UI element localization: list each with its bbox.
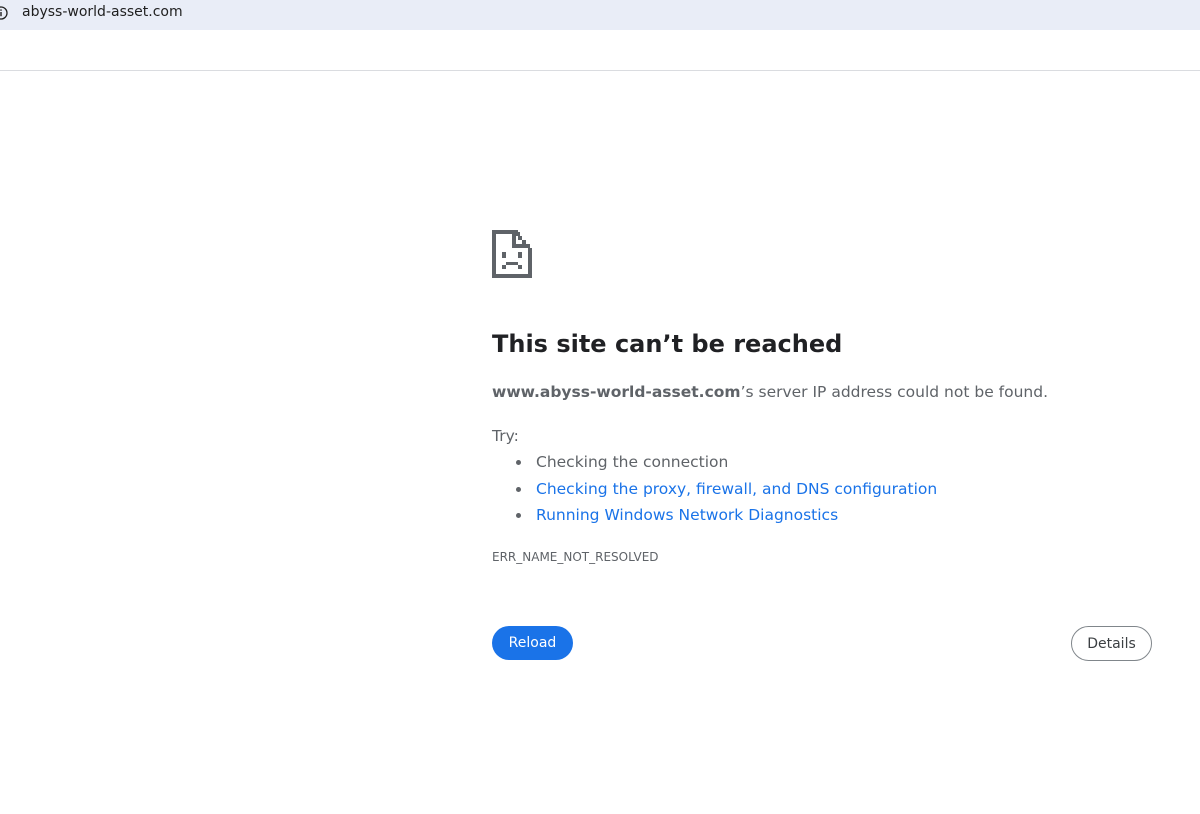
host-name: www.abyss-world-asset.com bbox=[492, 383, 741, 401]
suggestion-check-connection: Checking the connection bbox=[492, 451, 937, 478]
toolbar-strip bbox=[0, 30, 1200, 71]
sad-page-icon bbox=[492, 230, 532, 278]
error-summary: www.abyss-world-asset.com’s server IP ad… bbox=[492, 383, 1048, 401]
details-button[interactable]: Details bbox=[1071, 626, 1152, 661]
page-title: This site can’t be reached bbox=[492, 330, 843, 358]
reload-button[interactable]: Reload bbox=[492, 626, 573, 660]
address-bar[interactable]: abyss-world-asset.com bbox=[0, 0, 1200, 30]
suggestions-list: Checking the connection Checking the pro… bbox=[492, 451, 937, 531]
suggestion-text: Checking the connection bbox=[536, 453, 729, 471]
error-message: ’s server IP address could not be found. bbox=[740, 383, 1049, 401]
suggestion-network-diagnostics[interactable]: Running Windows Network Diagnostics bbox=[492, 504, 937, 531]
network-diagnostics-link[interactable]: Running Windows Network Diagnostics bbox=[536, 506, 838, 524]
bullet-icon bbox=[516, 513, 521, 518]
suggestion-check-proxy[interactable]: Checking the proxy, firewall, and DNS co… bbox=[492, 478, 937, 505]
info-icon[interactable] bbox=[0, 6, 8, 20]
try-label: Try: bbox=[492, 427, 519, 445]
error-code: ERR_NAME_NOT_RESOLVED bbox=[492, 550, 659, 564]
url-text[interactable]: abyss-world-asset.com bbox=[22, 4, 183, 20]
bullet-icon bbox=[516, 460, 521, 465]
bullet-icon bbox=[516, 486, 521, 492]
proxy-firewall-dns-link[interactable]: Checking the proxy, firewall, and DNS co… bbox=[536, 480, 937, 498]
